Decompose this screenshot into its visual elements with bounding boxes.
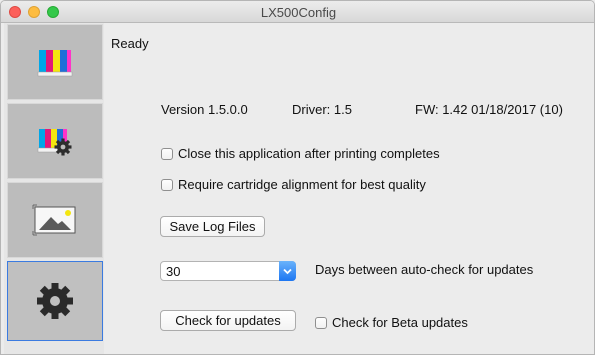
- tab-cartridge-settings[interactable]: [7, 103, 103, 179]
- days-value: 30: [166, 264, 181, 279]
- check-for-updates-button[interactable]: Check for updates: [160, 310, 296, 331]
- days-between-checks-label: Days between auto-check for updates: [315, 262, 534, 277]
- sidebar: [4, 23, 104, 354]
- days-between-checks-select[interactable]: 30: [160, 261, 296, 281]
- title-bar: LX500Config: [1, 1, 594, 23]
- tab-color-cartridges[interactable]: [7, 24, 103, 100]
- beta-updates-checkbox[interactable]: [315, 316, 327, 329]
- window-title: LX500Config: [260, 5, 337, 20]
- status-text: Ready: [111, 36, 149, 51]
- require-alignment-checkbox[interactable]: [161, 178, 173, 191]
- require-alignment-label: Require cartridge alignment for best qua…: [178, 177, 426, 192]
- close-after-printing-row[interactable]: Close this application after printing co…: [161, 146, 440, 161]
- app-window: LX500Config Ready Version 1.5.0.0 Driver…: [0, 0, 595, 355]
- tab-settings[interactable]: [7, 261, 103, 341]
- tab-image-settings[interactable]: [7, 182, 103, 258]
- image-icon: [32, 204, 76, 236]
- beta-updates-row[interactable]: Check for Beta updates: [315, 315, 468, 330]
- color-bars-icon: [37, 50, 73, 77]
- chevron-down-icon[interactable]: [279, 261, 296, 281]
- color-bars-gear-icon: [37, 129, 72, 156]
- driver-label: Driver: 1.5: [292, 102, 352, 117]
- version-label: Version 1.5.0.0: [161, 102, 248, 117]
- firmware-label: FW: 1.42 01/18/2017 (10): [415, 102, 563, 117]
- gear-icon: [37, 283, 73, 319]
- beta-updates-label: Check for Beta updates: [332, 315, 468, 330]
- require-alignment-row[interactable]: Require cartridge alignment for best qua…: [161, 177, 426, 192]
- close-after-printing-label: Close this application after printing co…: [178, 146, 440, 161]
- close-after-printing-checkbox[interactable]: [161, 147, 173, 160]
- settings-panel: Ready Version 1.5.0.0 Driver: 1.5 FW: 1.…: [105, 23, 594, 354]
- save-log-files-button[interactable]: Save Log Files: [160, 216, 265, 237]
